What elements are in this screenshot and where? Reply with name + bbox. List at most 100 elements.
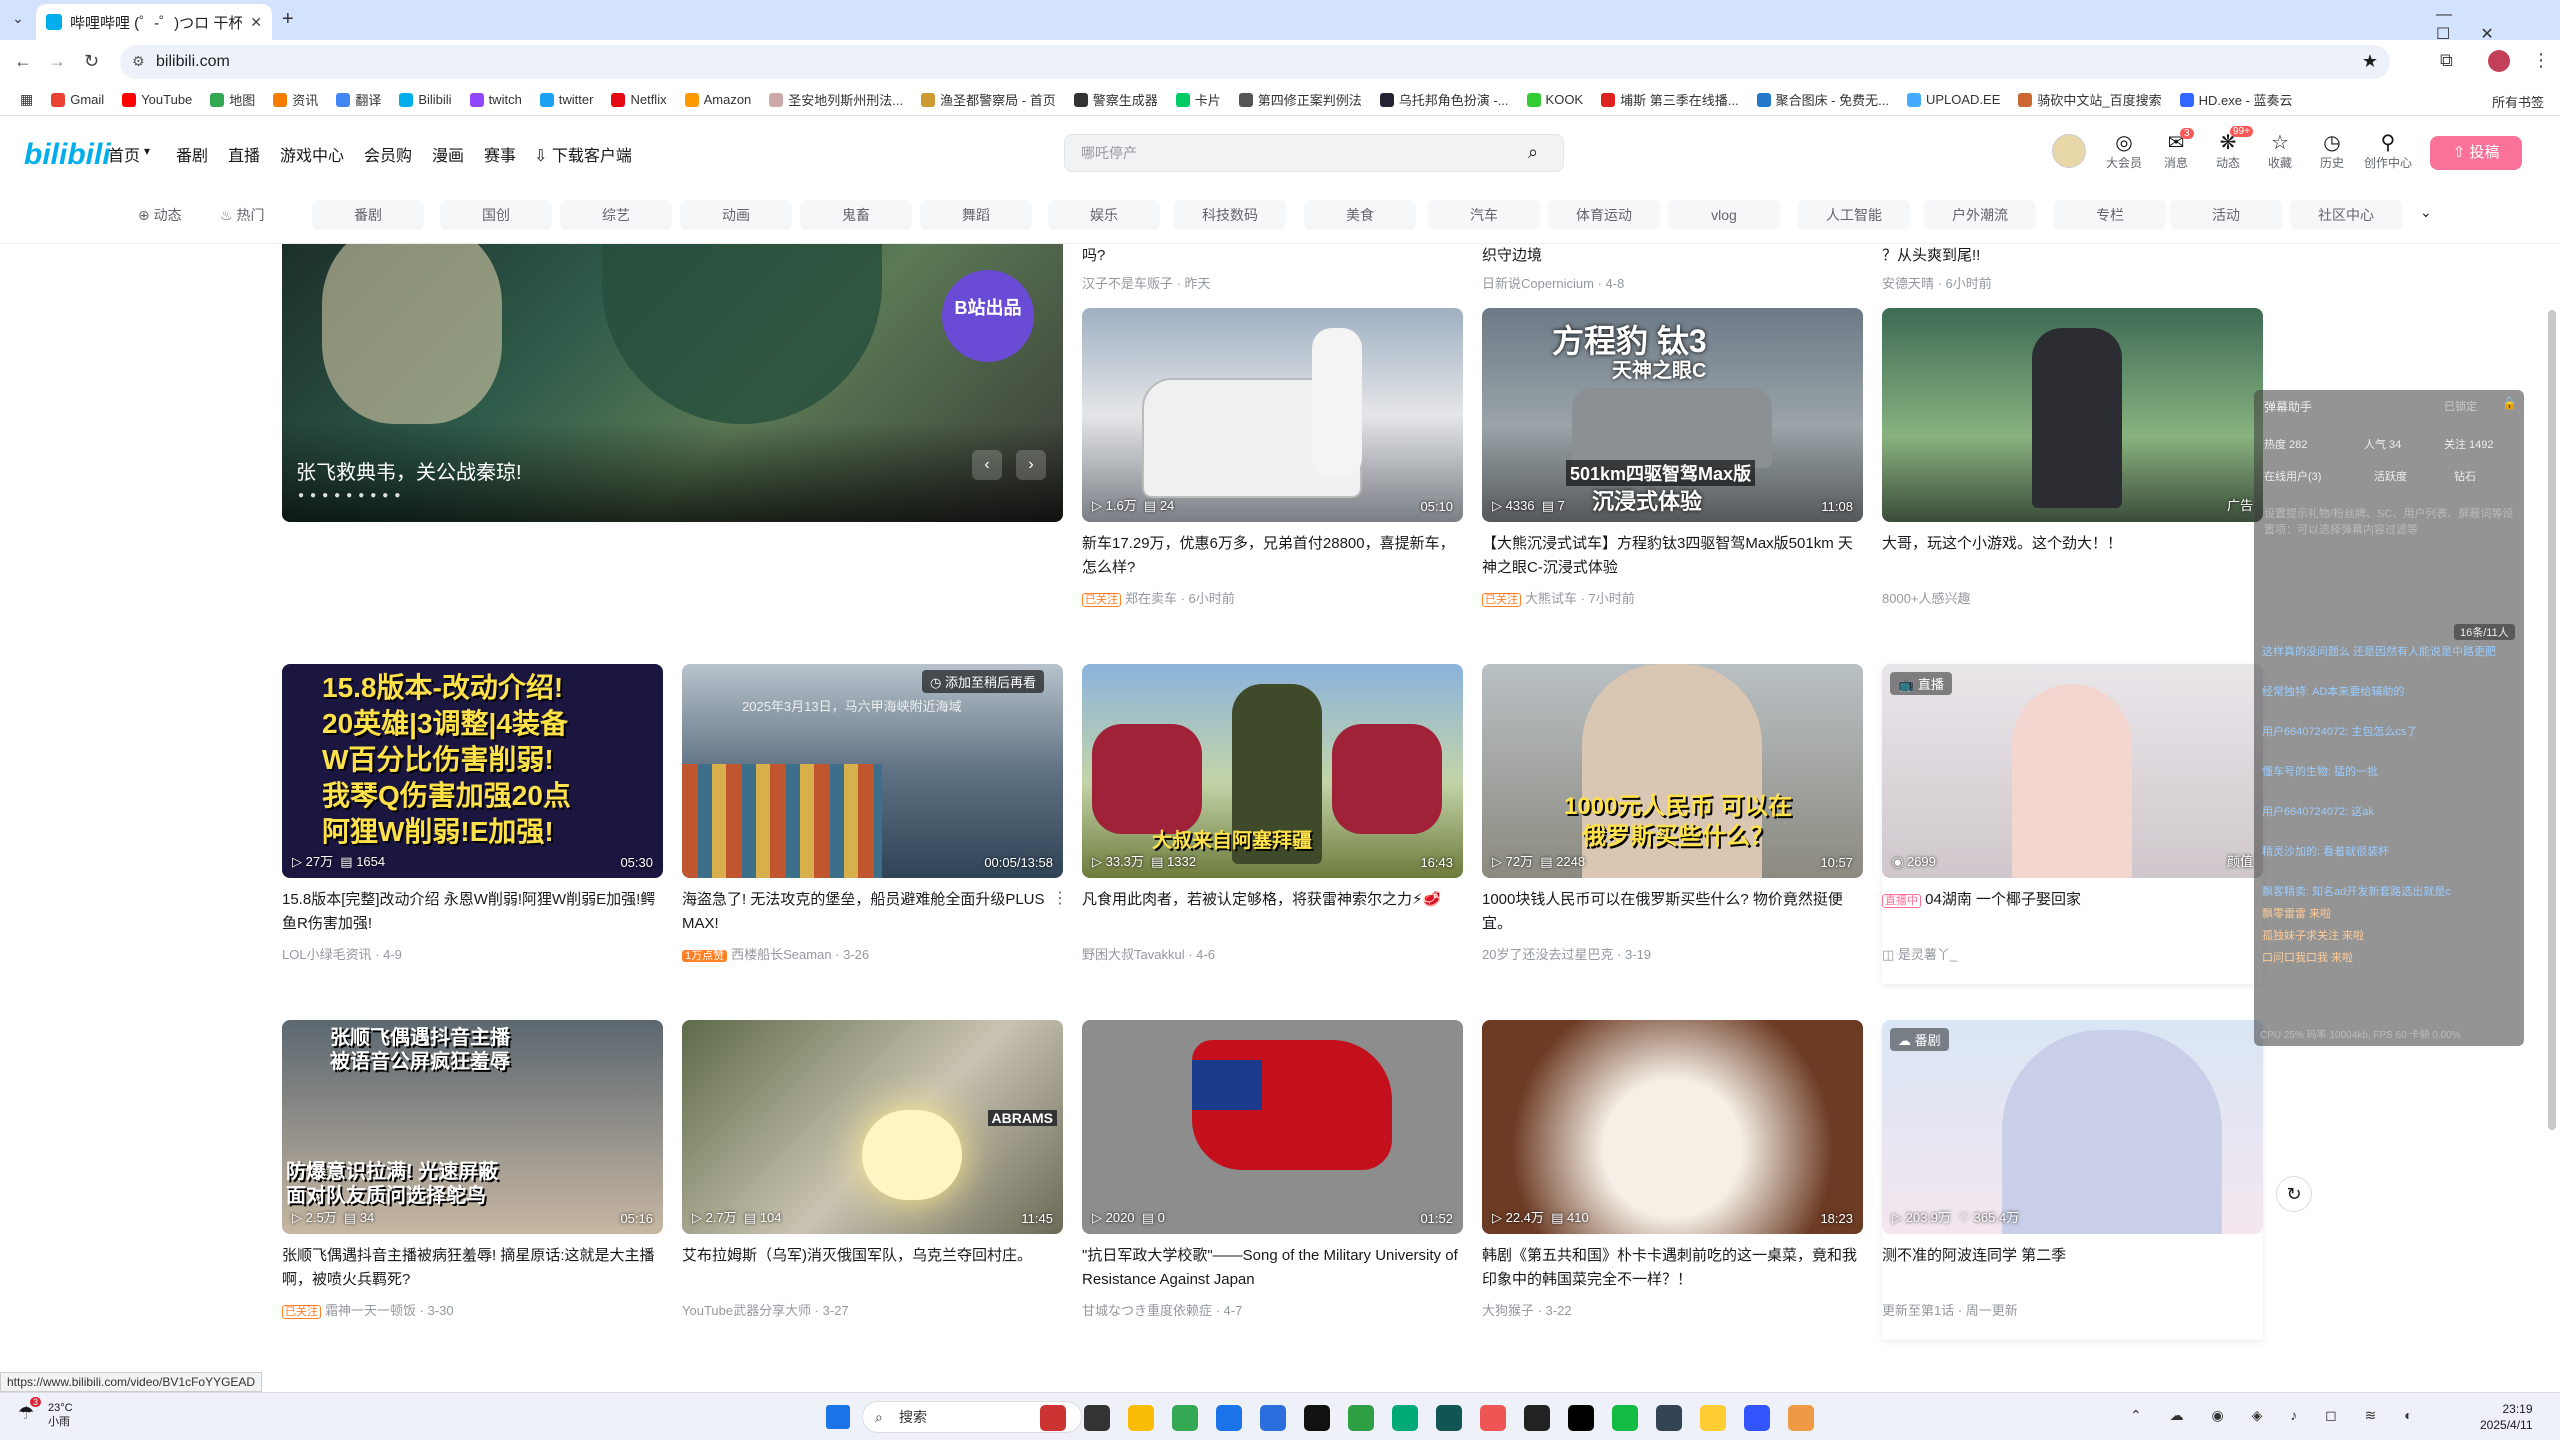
danmaku-helper-panel[interactable]: 弹幕助手 已锁定 🔒 热度 282 人气 34 关注 1492 在线用户(3) … <box>2254 390 2524 1046</box>
bookmark-item[interactable]: Gmail <box>51 90 104 109</box>
clock[interactable]: 23:19 2025/4/11 <box>2480 1401 2533 1433</box>
video-author[interactable]: 甘城なつき重度依赖症 · 4-7 <box>1082 1300 1242 1319</box>
channel-chip[interactable]: 综艺 <box>560 200 672 230</box>
live-title[interactable]: 直播中 04湖南 一个椰子娶回家 <box>1882 888 2263 913</box>
bookmark-item[interactable]: Bilibili <box>399 90 452 109</box>
all-bookmarks[interactable]: 所有书签 <box>2492 92 2544 111</box>
bookmark-item[interactable]: 地图 <box>210 90 255 109</box>
taskbar-app-icon[interactable] <box>1568 1405 1594 1431</box>
channel-dynamic[interactable]: ⊕ 动态 <box>138 205 182 225</box>
close-tab-icon[interactable]: ✕ <box>250 14 262 31</box>
bookmark-star-icon[interactable]: ★ <box>2362 51 2378 72</box>
carousel-dots[interactable]: ●●●●●●●●● <box>298 490 406 501</box>
channel-chip[interactable]: 鬼畜 <box>800 200 912 230</box>
channel-chip[interactable]: 娱乐 <box>1048 200 1160 230</box>
bookmark-item[interactable]: Amazon <box>684 90 751 109</box>
bookmark-item[interactable]: 渔圣都警察局 - 首页 <box>921 90 1056 109</box>
bookmark-item[interactable]: 聚合图床 - 免费无... <box>1756 90 1889 109</box>
video-thumbnail[interactable]: 2025年3月13日，马六甲海峡附近海域 ◷ 添加至稍后再看 00:05/13:… <box>682 664 1063 878</box>
ad-title[interactable]: 大哥，玩这个小游戏。这个劲大！！ <box>1882 532 2263 556</box>
carousel[interactable]: B站出品 张飞救典韦，关公战秦琼! ●●●●●●●●● ‹ › <box>282 244 1063 522</box>
bookmark-item[interactable]: KOOK <box>1526 90 1583 109</box>
taskbar-app-icon[interactable] <box>1172 1405 1198 1431</box>
bookmark-item[interactable]: 第四修正案判例法 <box>1238 90 1362 109</box>
windows-start-icon[interactable] <box>826 1405 850 1429</box>
bookmark-item[interactable]: UPLOAD.EE <box>1906 90 2000 109</box>
apps-grid-icon[interactable]: ▦ <box>20 91 33 108</box>
bookmark-item[interactable]: Netflix <box>611 90 667 109</box>
bangumi-title[interactable]: 测不准的阿波连同学 第二季 <box>1882 1244 2263 1268</box>
favorites-entry[interactable]: ☆ 收藏 <box>2256 132 2304 171</box>
video-author[interactable]: 20岁了还没去过星巴克 · 3-19 <box>1482 944 1651 963</box>
video-thumbnail[interactable]: 15.8版本-改动介绍! 20英雄|3调整|4装备 W百分比伤害削弱! 我琴Q伤… <box>282 664 663 878</box>
search-icon[interactable]: ⌕ <box>1528 142 1538 163</box>
channel-chip[interactable]: 舞蹈 <box>920 200 1032 230</box>
channel-chip[interactable]: 体育运动 <box>1548 200 1660 230</box>
channel-chip[interactable]: vlog <box>1668 200 1780 230</box>
user-avatar[interactable] <box>2052 134 2086 168</box>
video-thumbnail[interactable]: ▷ 1.6万 ▤ 24 05:10 <box>1082 308 1463 522</box>
video-author[interactable]: 安德天晴 · 6小时前 <box>1882 273 2263 292</box>
channel-chip[interactable]: 美食 <box>1304 200 1416 230</box>
taskbar-app-icon[interactable] <box>1612 1405 1638 1431</box>
video-thumbnail[interactable]: ABRAMS ▷ 2.7万 ▤ 104 11:45 <box>682 1020 1063 1234</box>
bookmark-item[interactable]: twitter <box>539 90 593 109</box>
bookmark-item[interactable]: twitch <box>469 90 522 109</box>
channel-expand-icon[interactable]: ⌄ <box>2420 204 2432 221</box>
video-title[interactable]: ？从头爽到尾!! <box>1882 244 2263 265</box>
nav-live[interactable]: 直播 <box>228 142 260 166</box>
taskbar-app-icon[interactable] <box>1040 1405 1066 1431</box>
carousel-next-button[interactable]: › <box>1016 450 1046 480</box>
video-author[interactable]: 大熊试车 · 7小时前 <box>1525 591 1635 606</box>
watch-later-button[interactable]: ◷ 添加至稍后再看 <box>922 670 1044 693</box>
video-author[interactable]: 日新说Copernicium · 4-8 <box>1482 273 1863 292</box>
channel-chip[interactable]: 汽车 <box>1428 200 1540 230</box>
channel-hot[interactable]: ♨ 热门 <box>220 205 264 225</box>
carousel-caption[interactable]: 张飞救典韦，关公战秦琼! <box>296 456 522 485</box>
video-author[interactable]: 郑在卖车 · 6小时前 <box>1125 591 1235 606</box>
bookmark-item[interactable]: 翻译 <box>336 90 381 109</box>
tab-online-users[interactable]: 在线用户(3) <box>2264 468 2321 484</box>
upload-button[interactable]: ⇧ 投稿 <box>2430 136 2522 170</box>
video-title[interactable]: 1000块钱人民币可以在俄罗斯买些什么? 物价竟然挺便宜。 <box>1482 888 1863 936</box>
video-thumbnail[interactable]: 1000元人民币 可以在俄罗斯买些什么？ ▷ 72万 ▤ 2248 10:57 <box>1482 664 1863 878</box>
taskbar-app-icon[interactable] <box>1436 1405 1462 1431</box>
nav-mall[interactable]: 会员购 <box>364 142 412 166</box>
video-thumbnail[interactable]: 大叔来自阿塞拜疆 ▷ 33.3万 ▤ 1332 16:43 <box>1082 664 1463 878</box>
bookmark-item[interactable]: 乌托邦角色扮演 -... <box>1379 90 1509 109</box>
site-info-icon[interactable]: ⚙ <box>132 53 145 70</box>
video-thumbnail[interactable]: ▷ 2020 ▤ 0 01:52 <box>1082 1020 1463 1234</box>
video-title[interactable]: "抗日军政大学校歌"——Song of the Military Univers… <box>1082 1244 1463 1292</box>
back-icon[interactable]: ← <box>14 51 32 72</box>
taskbar-app-icon[interactable] <box>1788 1405 1814 1431</box>
channel-chip[interactable]: 社区中心 <box>2290 200 2402 230</box>
video-title[interactable]: 海盗急了! 无法攻克的堡垒，船员避难舱全面升级PLUS MAX! <box>682 888 1063 936</box>
page-scrollbar[interactable] <box>2548 310 2556 1130</box>
video-title[interactable]: 【大熊沉浸式试车】方程豹钛3四驱智驾Max版501km 天神之眼C-沉浸式体验 <box>1482 532 1863 580</box>
bookmark-item[interactable]: 资讯 <box>273 90 318 109</box>
reload-icon[interactable]: ↻ <box>84 51 99 72</box>
video-thumbnail[interactable]: 方程豹 钛3 天神之眼C 501km四驱智驾Max版 沉浸式体验 ▷ 4336 … <box>1482 308 1863 522</box>
window-controls[interactable]: —☐✕ <box>2436 6 2560 44</box>
bookmark-item[interactable]: HD.exe - 蓝奏云 <box>2179 90 2293 109</box>
taskbar-app-icon[interactable] <box>1128 1405 1154 1431</box>
live-thumbnail[interactable]: 📺 直播 ◉ 2699 颜值 <box>1882 664 2263 878</box>
tray-icons[interactable]: ⌃ ☁ ◉ ◈ ♪ ◻ ≋ ◐ <box>2130 1407 2425 1424</box>
partial-card-3[interactable]: ？从头爽到尾!! 安德天晴 · 6小时前 <box>1882 244 2263 292</box>
taskbar-app-icon[interactable] <box>1744 1405 1770 1431</box>
video-thumbnail[interactable]: 张顺飞偶遇抖音主播 被语音公屏疯狂羞辱 防爆意识拉满! 光速屏蔽 面对队友质问选择鸵… <box>282 1020 663 1234</box>
browser-tab-active[interactable]: 哔哩哔哩 (゜-゜)つロ 干杯~-bili ✕ <box>36 4 272 40</box>
video-title[interactable]: 吗? <box>1082 244 1463 265</box>
weather-widget[interactable]: 23°C 小雨 <box>48 1401 73 1429</box>
taskbar-app-icon[interactable] <box>1480 1405 1506 1431</box>
partial-card-2[interactable]: 织守边境 日新说Copernicium · 4-8 <box>1482 244 1863 292</box>
taskbar-app-icon[interactable] <box>1656 1405 1682 1431</box>
video-thumbnail[interactable]: ▷ 22.4万 ▤ 410 18:23 <box>1482 1020 1863 1234</box>
dynamics-entry[interactable]: ❋ 动态 99+ <box>2204 126 2253 171</box>
taskbar-app-icon[interactable] <box>1304 1405 1330 1431</box>
search-input[interactable]: 哪吒停产 <box>1064 134 1564 172</box>
nav-home[interactable]: 首页 <box>108 142 140 166</box>
bilibili-logo[interactable]: bilibili <box>24 138 111 172</box>
taskbar-app-icon[interactable] <box>1216 1405 1242 1431</box>
video-title[interactable]: 韩剧《第五共和国》朴卡卡遇刺前吃的这一桌菜，竟和我印象中的韩国菜完全不一样？！ <box>1482 1244 1863 1292</box>
